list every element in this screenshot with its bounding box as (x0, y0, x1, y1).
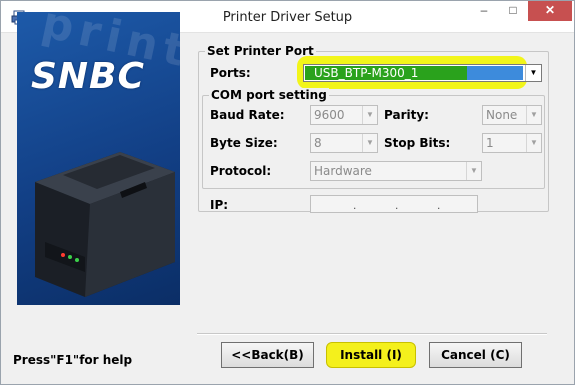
chevron-down-icon[interactable]: ▼ (362, 134, 377, 152)
stop-bits-label: Stop Bits: (384, 136, 451, 150)
byte-size-dropdown[interactable]: 8 ▼ (310, 133, 378, 153)
ip-label: IP: (210, 198, 229, 212)
cancel-button[interactable]: Cancel (C) (429, 342, 522, 368)
stop-bits-value: 1 (486, 136, 494, 150)
brand-banner: print SNBC (17, 12, 180, 305)
chevron-down-icon[interactable]: ▼ (362, 106, 377, 124)
ports-label: Ports: (210, 66, 251, 80)
ports-dropdown[interactable]: USB_BTP-M300_1 ▼ (303, 64, 542, 82)
close-button[interactable]: ✕ (528, 1, 572, 21)
protocol-value: Hardware (314, 164, 372, 178)
printer-image (35, 152, 175, 297)
ip-separator: . (353, 198, 357, 212)
baud-rate-label: Baud Rate: (210, 108, 285, 122)
set-printer-port-title: Set Printer Port (205, 44, 316, 58)
baud-rate-dropdown[interactable]: 9600 ▼ (310, 105, 378, 125)
byte-size-label: Byte Size: (210, 136, 278, 150)
ports-value: USB_BTP-M300_1 (314, 66, 419, 80)
help-hint: Press"F1"for help (13, 353, 133, 367)
install-button[interactable]: Install (I) (326, 342, 416, 368)
stop-bits-dropdown[interactable]: 1 ▼ (482, 133, 542, 153)
chevron-down-icon[interactable]: ▼ (526, 106, 541, 124)
footer-divider (197, 333, 547, 335)
ip-separator: . (437, 198, 441, 212)
chevron-down-icon[interactable]: ▼ (526, 134, 541, 152)
protocol-label: Protocol: (210, 164, 272, 178)
ip-separator: . (395, 198, 399, 212)
brand-logo: SNBC (31, 56, 145, 97)
protocol-dropdown[interactable]: Hardware ▼ (310, 161, 482, 181)
minimize-button[interactable]: – (470, 1, 498, 21)
parity-dropdown[interactable]: None ▼ (482, 105, 542, 125)
parity-label: Parity: (384, 108, 429, 122)
parity-value: None (486, 108, 518, 122)
byte-size-value: 8 (314, 136, 322, 150)
com-port-setting-title: COM port setting (209, 88, 329, 102)
chevron-down-icon[interactable]: ▼ (466, 162, 481, 180)
chevron-down-icon[interactable]: ▼ (525, 65, 541, 81)
ip-address-field[interactable]: . . . (310, 195, 478, 213)
back-button[interactable]: <<Back(B) (221, 342, 314, 368)
baud-rate-value: 9600 (314, 108, 345, 122)
maximize-button[interactable]: □ (499, 1, 527, 21)
